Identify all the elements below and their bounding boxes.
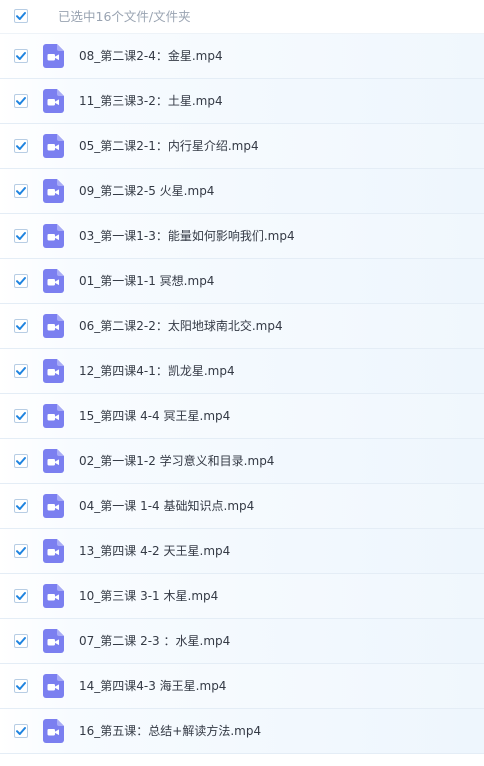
video-file-icon [43,224,64,248]
video-file-icon [43,314,64,338]
file-checkbox[interactable] [14,229,28,243]
file-checkbox[interactable] [14,364,28,378]
video-file-icon [43,584,64,608]
file-row[interactable]: 14_第四课4-3 海王星.mp4 [0,664,484,709]
video-file-icon [43,89,64,113]
file-row[interactable]: 02_第一课1-2 学习意义和目录.mp4 [0,439,484,484]
checkmark-icon [16,367,26,375]
file-name: 07_第二课 2-3 ：水星.mp4 [79,634,231,648]
file-checkbox[interactable] [14,139,28,153]
checkmark-icon [16,502,26,510]
file-checkbox[interactable] [14,274,28,288]
video-file-icon [43,494,64,518]
file-row[interactable]: 03_第一课1-3：能量如何影响我们.mp4 [0,214,484,259]
file-checkbox[interactable] [14,409,28,423]
file-selection-panel: 已选中16个文件/文件夹 08_第二课2-4：金星.mp4 11_第三课3-2：土… [0,0,484,766]
file-name: 13_第四课 4-2 天王星.mp4 [79,544,231,558]
checkmark-icon [16,322,26,330]
video-file-icon [43,134,64,158]
file-name: 14_第四课4-3 海王星.mp4 [79,679,227,693]
video-file-icon [43,359,64,383]
file-list: 08_第二课2-4：金星.mp4 11_第三课3-2：土星.mp4 05_第二课2-… [0,34,484,754]
checkmark-icon [16,727,26,735]
file-row[interactable]: 09_第二课2-5 火星.mp4 [0,169,484,214]
file-row[interactable]: 07_第二课 2-3 ：水星.mp4 [0,619,484,664]
file-name: 08_第二课2-4：金星.mp4 [79,49,223,63]
file-row[interactable]: 11_第三课3-2：土星.mp4 [0,79,484,124]
video-file-icon [43,44,64,68]
video-file-icon [43,674,64,698]
checkmark-icon [16,187,26,195]
file-name: 03_第一课1-3：能量如何影响我们.mp4 [79,229,295,243]
checkmark-icon [16,682,26,690]
file-row[interactable]: 15_第四课 4-4 冥王星.mp4 [0,394,484,439]
checkmark-icon [16,12,26,20]
file-name: 05_第二课2-1：内行星介绍.mp4 [79,139,259,153]
checkmark-icon [16,637,26,645]
file-row[interactable]: 16_第五课：总结+解读方法.mp4 [0,709,484,754]
checkmark-icon [16,547,26,555]
file-name: 15_第四课 4-4 冥王星.mp4 [79,409,231,423]
file-name: 12_第四课4-1：凯龙星.mp4 [79,364,235,378]
checkmark-icon [16,592,26,600]
file-row[interactable]: 01_第一课1-1 冥想.mp4 [0,259,484,304]
file-checkbox[interactable] [14,724,28,738]
file-row[interactable]: 13_第四课 4-2 天王星.mp4 [0,529,484,574]
video-file-icon [43,539,64,563]
file-name: 06_第二课2-2：太阳地球南北交.mp4 [79,319,283,333]
file-row[interactable]: 04_第一课 1-4 基础知识点.mp4 [0,484,484,529]
video-file-icon [43,629,64,653]
video-file-icon [43,404,64,428]
video-file-icon [43,179,64,203]
checkmark-icon [16,142,26,150]
checkmark-icon [16,277,26,285]
select-all-checkbox[interactable] [14,9,28,23]
file-checkbox[interactable] [14,589,28,603]
file-name: 09_第二课2-5 火星.mp4 [79,184,215,198]
file-checkbox[interactable] [14,319,28,333]
checkmark-icon [16,457,26,465]
file-row[interactable]: 06_第二课2-2：太阳地球南北交.mp4 [0,304,484,349]
file-checkbox[interactable] [14,544,28,558]
file-checkbox[interactable] [14,634,28,648]
file-name: 16_第五课：总结+解读方法.mp4 [79,724,262,738]
checkmark-icon [16,97,26,105]
file-checkbox[interactable] [14,49,28,63]
video-file-icon [43,719,64,743]
selection-count-text: 已选中16个文件/文件夹 [58,9,191,24]
checkmark-icon [16,412,26,420]
file-row[interactable]: 10_第三课 3-1 木星.mp4 [0,574,484,619]
file-checkbox[interactable] [14,454,28,468]
file-checkbox[interactable] [14,184,28,198]
file-name: 01_第一课1-1 冥想.mp4 [79,274,215,288]
file-row[interactable]: 12_第四课4-1：凯龙星.mp4 [0,349,484,394]
file-name: 10_第三课 3-1 木星.mp4 [79,589,219,603]
file-name: 04_第一课 1-4 基础知识点.mp4 [79,499,255,513]
selection-header: 已选中16个文件/文件夹 [0,0,484,34]
file-row[interactable]: 08_第二课2-4：金星.mp4 [0,34,484,79]
file-checkbox[interactable] [14,679,28,693]
video-file-icon [43,269,64,293]
file-name: 02_第一课1-2 学习意义和目录.mp4 [79,454,275,468]
checkmark-icon [16,52,26,60]
file-checkbox[interactable] [14,499,28,513]
file-row[interactable]: 05_第二课2-1：内行星介绍.mp4 [0,124,484,169]
checkmark-icon [16,232,26,240]
video-file-icon [43,449,64,473]
file-name: 11_第三课3-2：土星.mp4 [79,94,223,108]
file-checkbox[interactable] [14,94,28,108]
